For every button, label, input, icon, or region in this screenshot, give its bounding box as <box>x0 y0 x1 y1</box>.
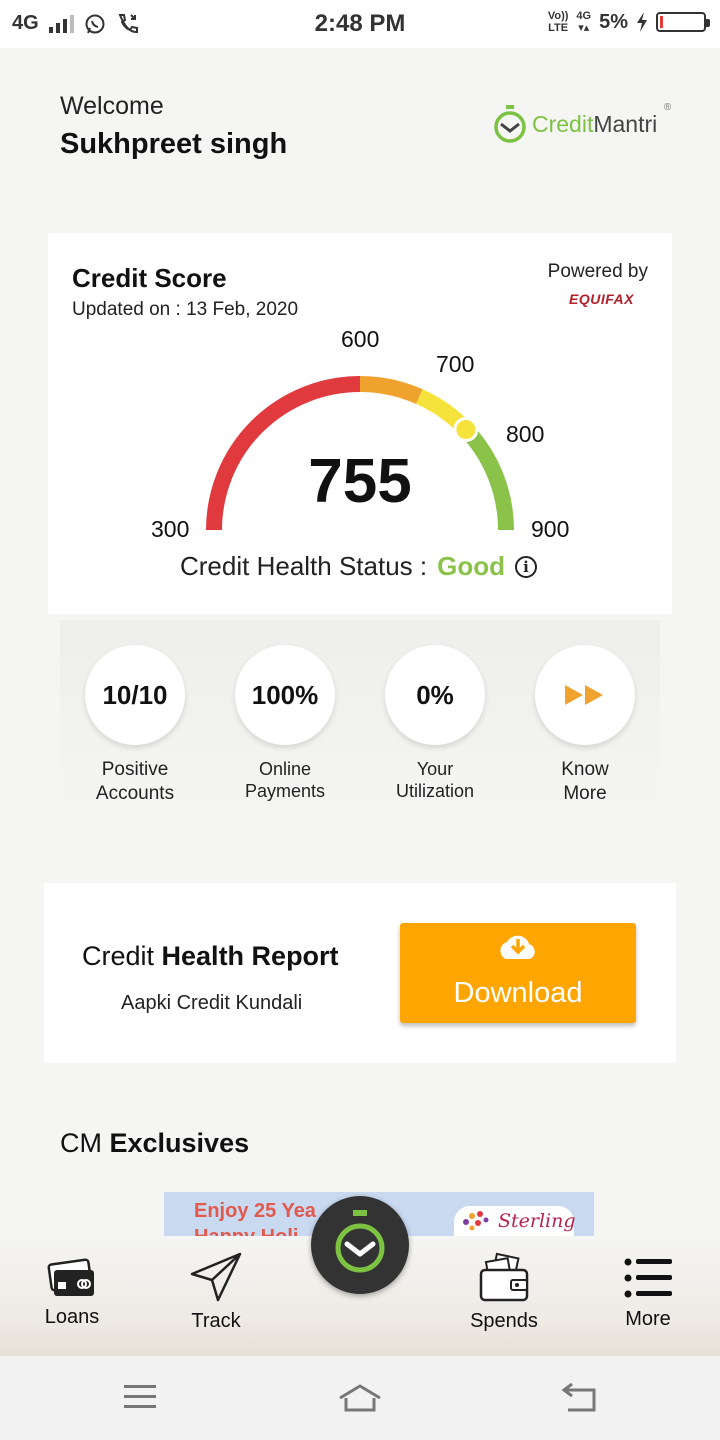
credit-cards-icon <box>47 1258 94 1296</box>
nav-loans[interactable]: Loans <box>32 1256 112 1329</box>
banner-text-line1: Enjoy 25 Yea <box>194 1200 316 1222</box>
logo-text-mantri: Mantri <box>593 110 658 137</box>
creditmantri-logo: CreditMantri ® <box>492 102 671 144</box>
status-bar: 4G 2:48 PM Vo)) LTE 4G ▾▴ 5% <box>0 0 720 48</box>
nav-label: More <box>625 1308 671 1330</box>
tick-800: 800 <box>506 421 545 447</box>
status-value: Good <box>437 551 505 581</box>
credit-health-status: Credit Health Status : Good i <box>180 551 537 582</box>
download-button-label: Download <box>453 977 583 1009</box>
info-icon[interactable]: i <box>515 555 537 578</box>
nav-label: Loans <box>44 1306 100 1328</box>
stat-value: 10/10 <box>85 645 185 745</box>
stat-know-more[interactable]: Know More <box>510 620 660 814</box>
stopwatch-icon <box>335 1210 385 1273</box>
nav-label: Track <box>191 1310 241 1332</box>
send-arrow-icon <box>190 1252 242 1302</box>
sterling-dots-icon <box>463 1211 489 1231</box>
gauge-arc-orange <box>359 376 423 404</box>
download-button[interactable]: Download <box>400 923 636 1023</box>
stat-online-payments[interactable]: 100% Online Payments <box>210 620 360 814</box>
data-arrows-icon: ▾▴ <box>578 22 590 34</box>
nav-more[interactable]: More <box>608 1254 688 1331</box>
credit-health-report-card: Credit Health Report Aapki Credit Kundal… <box>44 883 676 1063</box>
credit-score-value: 755 <box>308 447 412 516</box>
report-title-regular: Credit <box>82 941 162 971</box>
stat-label: Online Payments <box>210 758 360 802</box>
fast-forward-icon <box>565 685 603 705</box>
battery-icon <box>656 12 710 32</box>
score-marker <box>453 417 479 442</box>
cloud-download-icon <box>500 935 535 959</box>
welcome-label: Welcome <box>60 92 164 120</box>
back-icon[interactable] <box>560 1382 600 1414</box>
cm-exclusives-title: CM Exclusives <box>60 1128 249 1159</box>
cm-title-bold: Exclusives <box>109 1128 250 1158</box>
stat-label-line2: Accounts <box>95 783 175 804</box>
center-home-button[interactable] <box>311 1196 409 1294</box>
status-right: Vo)) LTE 4G ▾▴ 5% <box>548 10 710 34</box>
stat-label-line1: Positive <box>101 759 169 780</box>
status-label: Credit Health Status : <box>180 551 428 581</box>
charging-icon <box>637 12 647 32</box>
system-navigation-bar <box>0 1356 720 1440</box>
tick-600: 600 <box>341 326 380 352</box>
report-title: Credit Health Report <box>82 941 339 972</box>
stat-label: Know More <box>510 758 660 806</box>
registered-mark: ® <box>663 102 672 113</box>
stat-positive-accounts[interactable]: 10/10 Positive Accounts <box>60 620 210 814</box>
tick-300: 300 <box>151 516 190 542</box>
wallet-icon <box>479 1252 529 1302</box>
battery-percent: 5% <box>599 10 628 33</box>
user-name: Sukhpreet singh <box>60 128 288 160</box>
know-more-circle[interactable] <box>535 645 635 745</box>
volte-text: Vo)) <box>547 10 569 22</box>
tick-700: 700 <box>436 351 475 377</box>
cm-title-regular: CM <box>60 1128 110 1158</box>
nav-label: Spends <box>470 1310 538 1332</box>
net2-text: 4G <box>576 10 592 22</box>
stat-label: Your Utilization <box>360 758 510 802</box>
logo-text: CreditMantri <box>532 111 657 138</box>
nav-track[interactable]: Track <box>176 1250 256 1333</box>
logo-text-credit: Credit <box>532 110 594 137</box>
report-subtitle: Aapki Credit Kundali <box>121 992 303 1014</box>
report-title-bold: Health Report <box>161 941 339 971</box>
recents-icon[interactable] <box>122 1382 158 1412</box>
stopwatch-logo-icon <box>494 105 526 143</box>
stat-label-line1: Your <box>416 759 454 779</box>
nav-spends[interactable]: Spends <box>464 1252 544 1333</box>
volte-indicator: Vo)) LTE <box>548 10 569 34</box>
sterling-text: Sterling <box>498 1210 576 1232</box>
home-icon[interactable] <box>336 1382 384 1414</box>
stat-label-line1: Know <box>561 759 609 780</box>
lte-text: LTE <box>548 22 569 34</box>
sterling-logo: Sterling <box>454 1206 576 1238</box>
stat-value: 0% <box>385 645 485 745</box>
credit-score-card[interactable]: Credit Score Updated on : 13 Feb, 2020 P… <box>48 233 672 614</box>
stat-utilization[interactable]: 0% Your Utilization <box>360 620 510 814</box>
data-indicator: 4G ▾▴ <box>576 10 591 34</box>
stat-label: Positive Accounts <box>60 758 210 806</box>
stat-label-line1: Online <box>258 759 312 779</box>
tick-900: 900 <box>531 516 570 542</box>
stat-label-line2: Utilization <box>395 781 475 801</box>
stat-label-line2: Payments <box>244 781 326 801</box>
stat-label-line2: More <box>563 783 607 804</box>
stat-value: 100% <box>235 645 335 745</box>
menu-list-icon <box>624 1258 672 1298</box>
